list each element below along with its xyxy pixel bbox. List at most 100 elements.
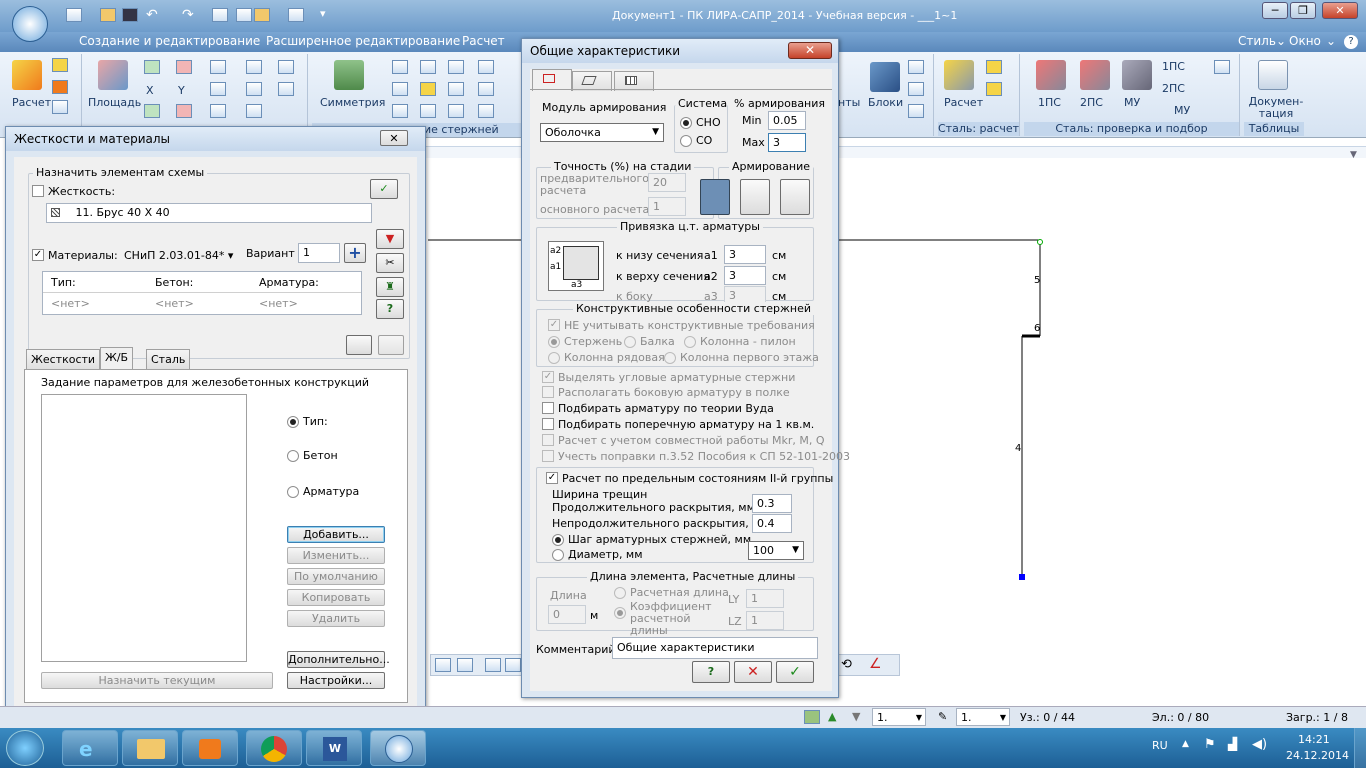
transverse-checkbox[interactable] <box>542 418 554 430</box>
radio-beam[interactable] <box>624 336 636 348</box>
wood-checkbox[interactable] <box>542 402 554 414</box>
triangle-down-icon[interactable]: ▼ <box>852 710 860 723</box>
edit-button[interactable]: Изменить... <box>287 547 385 564</box>
radio-sno[interactable] <box>680 117 692 129</box>
ribbon-symmetry-label[interactable]: Симметрия <box>320 96 385 109</box>
load-icon[interactable] <box>804 710 820 724</box>
ribbon-blocks-label[interactable]: Блоки <box>868 96 903 109</box>
taskbar-lira[interactable] <box>370 730 426 766</box>
ribbon-mu-small[interactable]: МУ <box>1174 104 1190 117</box>
minimize-button[interactable]: ─ <box>1262 2 1288 19</box>
menu-advanced-edit[interactable]: Расширенное редактирование <box>266 34 460 48</box>
new-file-icon[interactable] <box>66 8 82 22</box>
start-button-icon[interactable] <box>6 730 44 766</box>
add-button[interactable]: Добавить... <box>287 526 385 543</box>
ribbon-ps1-small[interactable]: 1ПС <box>1162 60 1185 73</box>
crack-short-input[interactable]: 0.4 <box>752 514 792 533</box>
qat-menu-icon[interactable]: ▾ <box>320 7 326 20</box>
language-indicator[interactable]: RU <box>1152 739 1168 752</box>
scale-combo[interactable]: 1. ▼ <box>956 708 1010 726</box>
dialog-help-button[interactable]: ? <box>692 661 730 683</box>
radio-concrete[interactable] <box>287 450 299 462</box>
tab-rebar-icon[interactable] <box>614 71 654 91</box>
corner-checkbox[interactable]: ✓ <box>542 371 554 383</box>
pencil-icon[interactable]: ✎ <box>938 710 947 723</box>
lightning-icon[interactable] <box>12 60 42 90</box>
ribbon-ps2-small[interactable]: 2ПС <box>1162 82 1185 95</box>
step-dropdown[interactable]: 100 ▼ <box>748 541 804 560</box>
brush-button[interactable]: ♜ <box>376 277 404 297</box>
side-rebar-checkbox[interactable] <box>542 386 554 398</box>
steel-calc-icon[interactable] <box>944 60 974 90</box>
save-icon[interactable] <box>122 8 138 22</box>
module-dropdown[interactable]: Оболочка ▼ <box>540 123 664 142</box>
crack-long-input[interactable]: 0.3 <box>752 494 792 513</box>
prelim-input[interactable]: 20 <box>648 173 686 192</box>
menu-create-edit[interactable]: Создание и редактирование <box>79 34 260 48</box>
ps1-icon[interactable] <box>1036 60 1066 90</box>
network-icon[interactable]: ▟ <box>1228 737 1237 751</box>
assign-current-button[interactable]: Назначить текущим <box>41 672 273 689</box>
stiffness-checkbox[interactable] <box>32 185 44 197</box>
ribbon-x-label[interactable]: X <box>146 84 154 97</box>
ribbon-mu-label[interactable]: МУ <box>1124 96 1140 109</box>
min-input[interactable]: 0.05 <box>768 111 806 130</box>
cube-icon[interactable] <box>176 104 192 118</box>
arrows-icon[interactable] <box>908 82 924 96</box>
tab-rc[interactable]: Ж/Б <box>100 347 134 369</box>
mesh-view-icon[interactable] <box>457 658 473 672</box>
delete-button[interactable]: Удалить <box>287 610 385 627</box>
triangle-up-icon[interactable]: ▲ <box>828 710 836 723</box>
tool-icon[interactable] <box>420 82 436 96</box>
stiffness-close-button[interactable]: ✕ <box>380 130 408 146</box>
radio-coef-length[interactable] <box>614 607 626 619</box>
length-input[interactable]: 0 <box>548 605 586 624</box>
norm-dropdown[interactable]: СНиП 2.03.01-84* ▾ <box>124 249 233 262</box>
a2-input[interactable]: 3 <box>724 266 766 285</box>
cube-icon[interactable] <box>144 104 160 118</box>
radio-column-row[interactable] <box>548 352 560 364</box>
show-desktop-button[interactable] <box>1354 728 1366 768</box>
limit-states-checkbox[interactable]: ✓ <box>546 472 558 484</box>
chart-icon[interactable] <box>288 8 304 22</box>
radio-diameter[interactable] <box>552 549 564 561</box>
tool-icon[interactable] <box>392 104 408 118</box>
table-row[interactable]: <нет> <нет> <нет> <box>43 294 361 314</box>
menu-style[interactable]: Стиль <box>1238 34 1276 48</box>
max-input[interactable]: 3 <box>768 133 806 152</box>
tool-icon[interactable] <box>392 82 408 96</box>
ribbon-ps2-label[interactable]: 2ПС <box>1080 96 1103 109</box>
small-steel-icon[interactable] <box>986 82 1002 96</box>
pencil-icon[interactable] <box>278 60 294 74</box>
radio-so[interactable] <box>680 135 692 147</box>
tool-icon[interactable] <box>392 60 408 74</box>
ps2-icon[interactable] <box>1080 60 1110 90</box>
radio-calc-length[interactable] <box>614 587 626 599</box>
ly-input[interactable]: 1 <box>746 589 784 608</box>
menu-calculation[interactable]: Расчет <box>462 34 505 48</box>
area-icon[interactable] <box>98 60 128 90</box>
tool-icon[interactable] <box>478 60 494 74</box>
mesh-icon[interactable] <box>246 104 262 118</box>
grid-icon[interactable] <box>210 104 226 118</box>
materials-checkbox[interactable]: ✓ <box>32 249 44 261</box>
tool-icon[interactable] <box>448 82 464 96</box>
small-table-icon[interactable] <box>52 100 68 114</box>
taskbar-explorer[interactable] <box>122 730 178 766</box>
ribbon-y-label[interactable]: Y <box>178 84 185 97</box>
tool-icon[interactable] <box>420 60 436 74</box>
taskbar-ie[interactable]: e <box>62 730 118 766</box>
axes-icon[interactable]: ∠ <box>869 656 882 672</box>
tool-icon[interactable] <box>478 82 494 96</box>
dialog-ok-button[interactable]: ✓ <box>776 661 814 683</box>
mu-icon[interactable] <box>1122 60 1152 90</box>
menu-window[interactable]: Окно <box>1289 34 1321 48</box>
filter-icon[interactable] <box>1214 60 1230 74</box>
taskbar-chrome[interactable] <box>246 730 302 766</box>
volume-icon[interactable]: ◀) <box>1252 737 1267 752</box>
load-combo[interactable]: 1. ▼ <box>872 708 926 726</box>
flag-icon[interactable]: ⚑ <box>1204 737 1216 752</box>
mesh-icon[interactable] <box>246 60 262 74</box>
radio-rod[interactable] <box>548 336 560 348</box>
small-steel-icon[interactable] <box>986 60 1002 74</box>
